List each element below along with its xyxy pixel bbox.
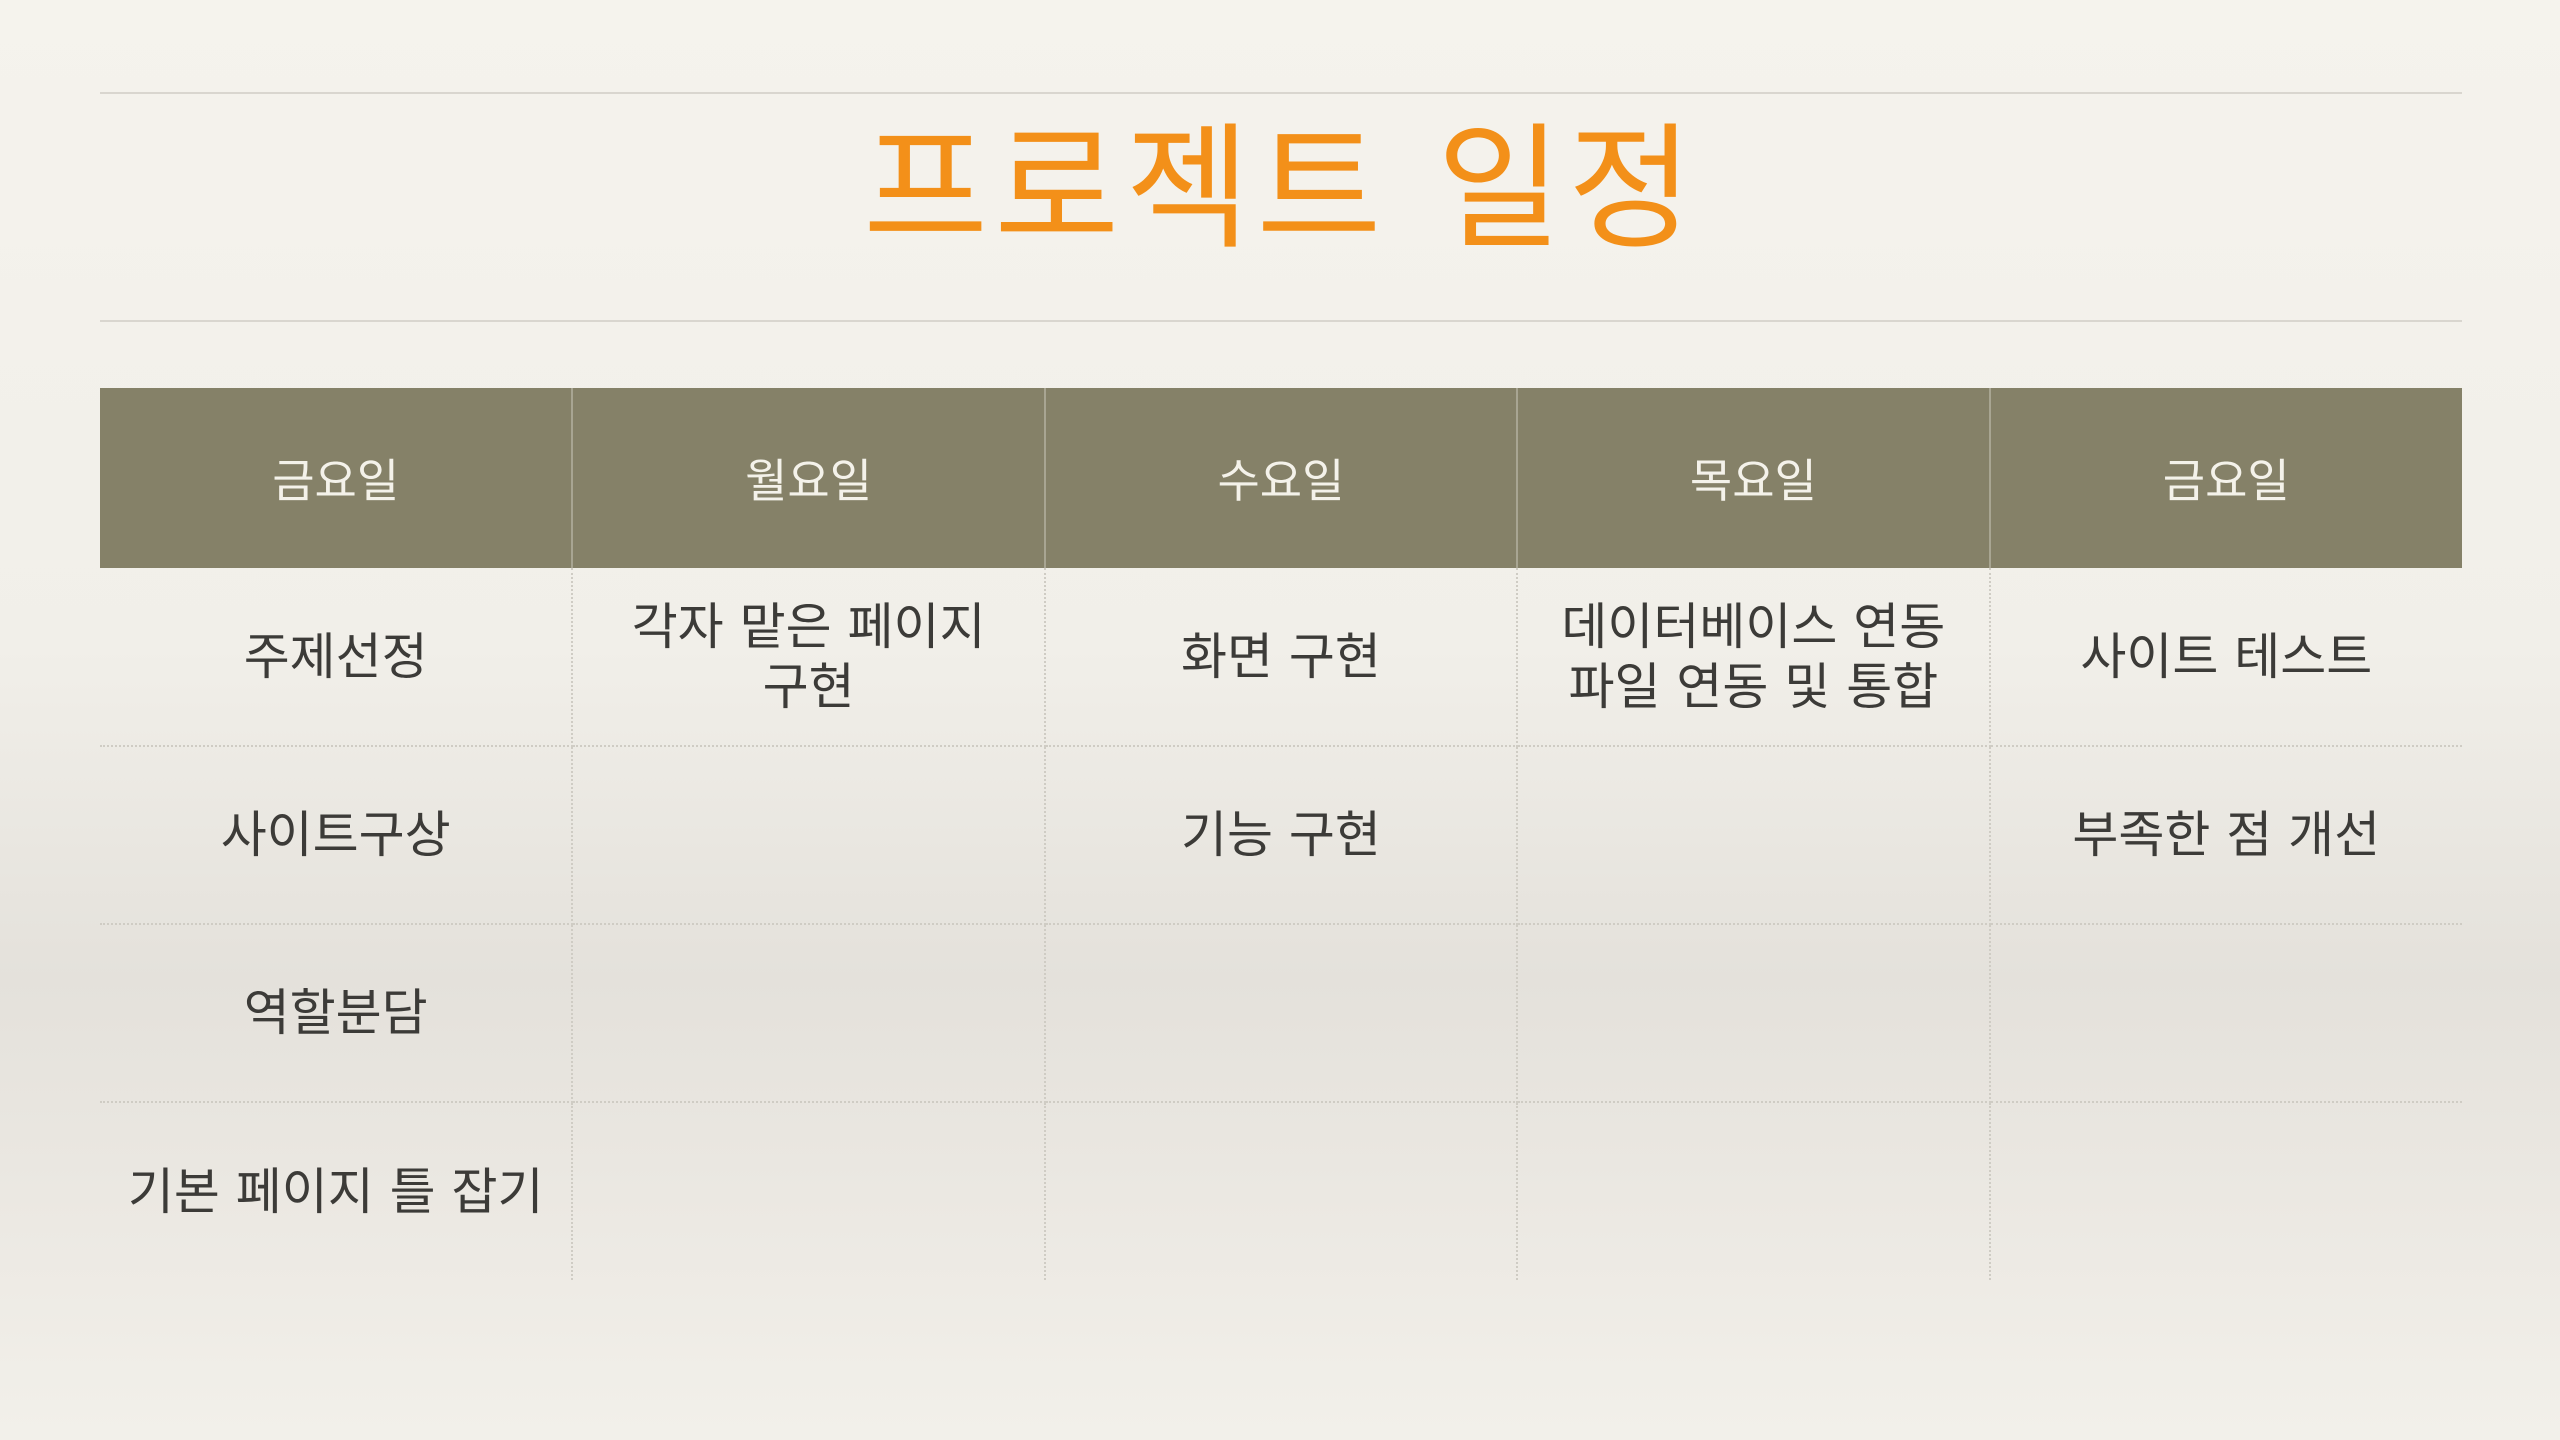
cell-text: 각자 맡은 페이지 <box>631 597 986 656</box>
table-cell <box>572 1102 1046 1280</box>
slide: 프로젝트 일정 금요일 월요일 수요일 목요일 금요일 주제선정 각자 맡은 페… <box>0 0 2560 1440</box>
table-cell: 사이트 테스트 <box>1989 568 2462 747</box>
table-cell: 사이트구상 <box>100 746 574 925</box>
table-cell: 기본 페이지 틀 잡기 <box>100 1102 574 1280</box>
table-header-row: 금요일 월요일 수요일 목요일 금요일 <box>100 388 2462 568</box>
table-cell <box>1517 924 1991 1103</box>
table-cell <box>1044 1102 1519 1280</box>
cell-text: 주제선정 <box>243 627 428 686</box>
slide-title: 프로젝트 일정 <box>863 111 1699 269</box>
table-cell: 데이터베이스 연동 파일 연동 및 통합 <box>1517 568 1991 747</box>
title-bottom-divider <box>100 320 2462 322</box>
cell-text: 구현 <box>762 657 855 716</box>
cell-text: 기능 구현 <box>1181 806 1381 864</box>
table-cell <box>1517 1102 1991 1280</box>
cell-text: 파일 연동 및 통합 <box>1568 657 1939 716</box>
cell-text: 사이트 테스트 <box>2080 627 2373 686</box>
table-cell: 주제선정 <box>100 568 574 747</box>
table-cell <box>1044 924 1519 1103</box>
table-cell <box>572 746 1046 925</box>
table-row: 역할분담 <box>100 924 2462 1103</box>
cell-text: 사이트구상 <box>220 806 451 864</box>
table-cell <box>572 924 1046 1103</box>
title-top-divider <box>100 92 2462 94</box>
header-cell: 월요일 <box>572 388 1046 568</box>
table-cell: 각자 맡은 페이지 구현 <box>572 568 1046 747</box>
cell-text: 화면 구현 <box>1181 627 1381 686</box>
header-cell: 금요일 <box>1989 388 2462 568</box>
header-cell: 목요일 <box>1517 388 1991 568</box>
cell-text: 데이터베이스 연동 <box>1561 597 1946 656</box>
table-cell: 기능 구현 <box>1044 746 1519 925</box>
table-cell: 화면 구현 <box>1044 568 1519 747</box>
table-cell: 부족한 점 개선 <box>1989 746 2462 925</box>
table-row: 사이트구상 기능 구현 부족한 점 개선 <box>100 746 2462 925</box>
table-cell <box>1989 924 2462 1103</box>
table-cell: 역할분담 <box>100 924 574 1103</box>
header-cell: 수요일 <box>1044 388 1519 568</box>
cell-text: 기본 페이지 틀 잡기 <box>127 1162 544 1221</box>
table-cell <box>1990 1102 2462 1280</box>
table-cell <box>1517 746 1991 925</box>
header-cell: 금요일 <box>100 388 574 568</box>
table-row: 주제선정 각자 맡은 페이지 구현 화면 구현 데이터베이스 연동 파일 연동 및 … <box>100 568 2462 747</box>
cell-text: 부족한 점 개선 <box>2072 806 2381 864</box>
schedule-table: 금요일 월요일 수요일 목요일 금요일 주제선정 각자 맡은 페이지 구현 화면 … <box>100 388 2462 1280</box>
cell-text: 역할분담 <box>243 984 428 1042</box>
table-row: 기본 페이지 틀 잡기 <box>100 1102 2462 1280</box>
